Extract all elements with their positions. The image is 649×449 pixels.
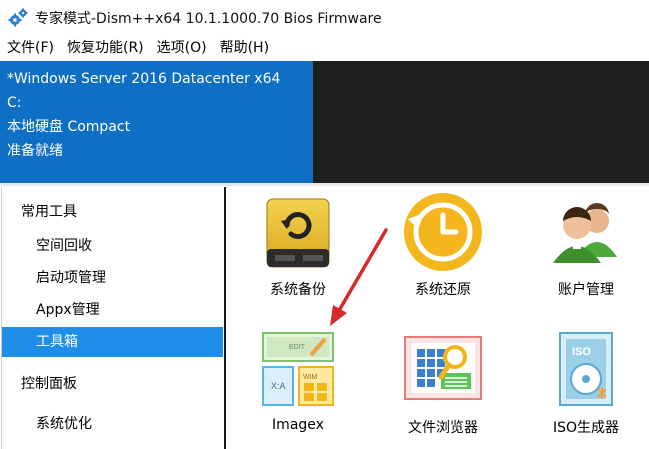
- sidebar-item-startup-manager[interactable]: 启动项管理: [2, 263, 224, 293]
- svg-text:EDIT: EDIT: [289, 344, 306, 351]
- divider: [0, 183, 649, 186]
- menu-help[interactable]: 帮助(H): [213, 36, 275, 60]
- iso-disc-icon: ISO: [559, 332, 613, 406]
- status-text: 准备就绪: [7, 143, 63, 159]
- menu-bar: 文件(F) 恢复功能(R) 选项(O) 帮助(H): [0, 36, 649, 60]
- menu-file[interactable]: 文件(F): [0, 36, 60, 60]
- title-bar: 专家模式-Dism++x64 10.1.1000.70 Bios Firmwar…: [0, 0, 649, 36]
- toolbox-panel: 系统备份 系统还原 账户管理 EDIT X:A WIM Imagex 文件浏览器…: [228, 187, 649, 449]
- tool-iso-builder[interactable]: ISO ISO生成器: [516, 327, 649, 447]
- sidebar-item-toolbox[interactable]: 工具箱: [2, 327, 223, 357]
- menu-options[interactable]: 选项(O): [150, 36, 213, 60]
- imagex-icon: EDIT X:A WIM: [262, 332, 334, 406]
- tool-label-account-manager: 账户管理: [558, 282, 614, 298]
- drive-letter: C:: [7, 95, 22, 111]
- sidebar-group-control-panel[interactable]: 控制面板: [2, 369, 224, 399]
- sidebar-item-system-optimize[interactable]: 系统优化: [2, 409, 224, 439]
- session-panel-empty: [313, 61, 649, 183]
- menu-recovery[interactable]: 恢复功能(R): [60, 36, 150, 60]
- users-icon: [553, 203, 617, 263]
- tool-label-imagex: Imagex: [272, 417, 324, 433]
- tool-account-manager[interactable]: 账户管理: [516, 187, 649, 307]
- sidebar: 常用工具 空间回收 启动项管理 Appx管理 工具箱 控制面板 系统优化: [1, 187, 226, 449]
- tool-system-restore[interactable]: 系统还原: [373, 187, 513, 307]
- gears-icon: [8, 8, 28, 27]
- file-explorer-icon: [404, 336, 482, 400]
- svg-text:X:A: X:A: [271, 381, 286, 391]
- tool-label-iso-builder: ISO生成器: [552, 420, 620, 436]
- sidebar-item-space-reclaim[interactable]: 空间回收: [2, 231, 224, 261]
- tool-system-backup[interactable]: 系统备份: [228, 187, 368, 307]
- tool-imagex[interactable]: EDIT X:A WIM Imagex: [228, 327, 368, 447]
- tool-label-system-backup: 系统备份: [270, 282, 326, 298]
- window-title: 专家模式-Dism++x64 10.1.1000.70 Bios Firmwar…: [35, 11, 382, 27]
- system-info-panel[interactable]: *Windows Server 2016 Datacenter x64 C: 本…: [0, 61, 313, 183]
- tool-label-file-explorer: 文件浏览器: [408, 420, 478, 436]
- sidebar-group-common-tools[interactable]: 常用工具: [2, 197, 224, 227]
- svg-text:WIM: WIM: [303, 374, 318, 381]
- sidebar-item-appx-manager[interactable]: Appx管理: [2, 295, 224, 325]
- backup-drive-icon: [266, 198, 330, 268]
- tool-label-system-restore: 系统还原: [415, 282, 471, 298]
- os-name: *Windows Server 2016 Datacenter x64: [7, 71, 281, 87]
- tool-file-explorer[interactable]: 文件浏览器: [373, 327, 513, 447]
- restore-clock-icon: [404, 193, 482, 271]
- svg-text:ISO: ISO: [572, 346, 591, 358]
- disk-type: 本地硬盘 Compact: [7, 119, 131, 135]
